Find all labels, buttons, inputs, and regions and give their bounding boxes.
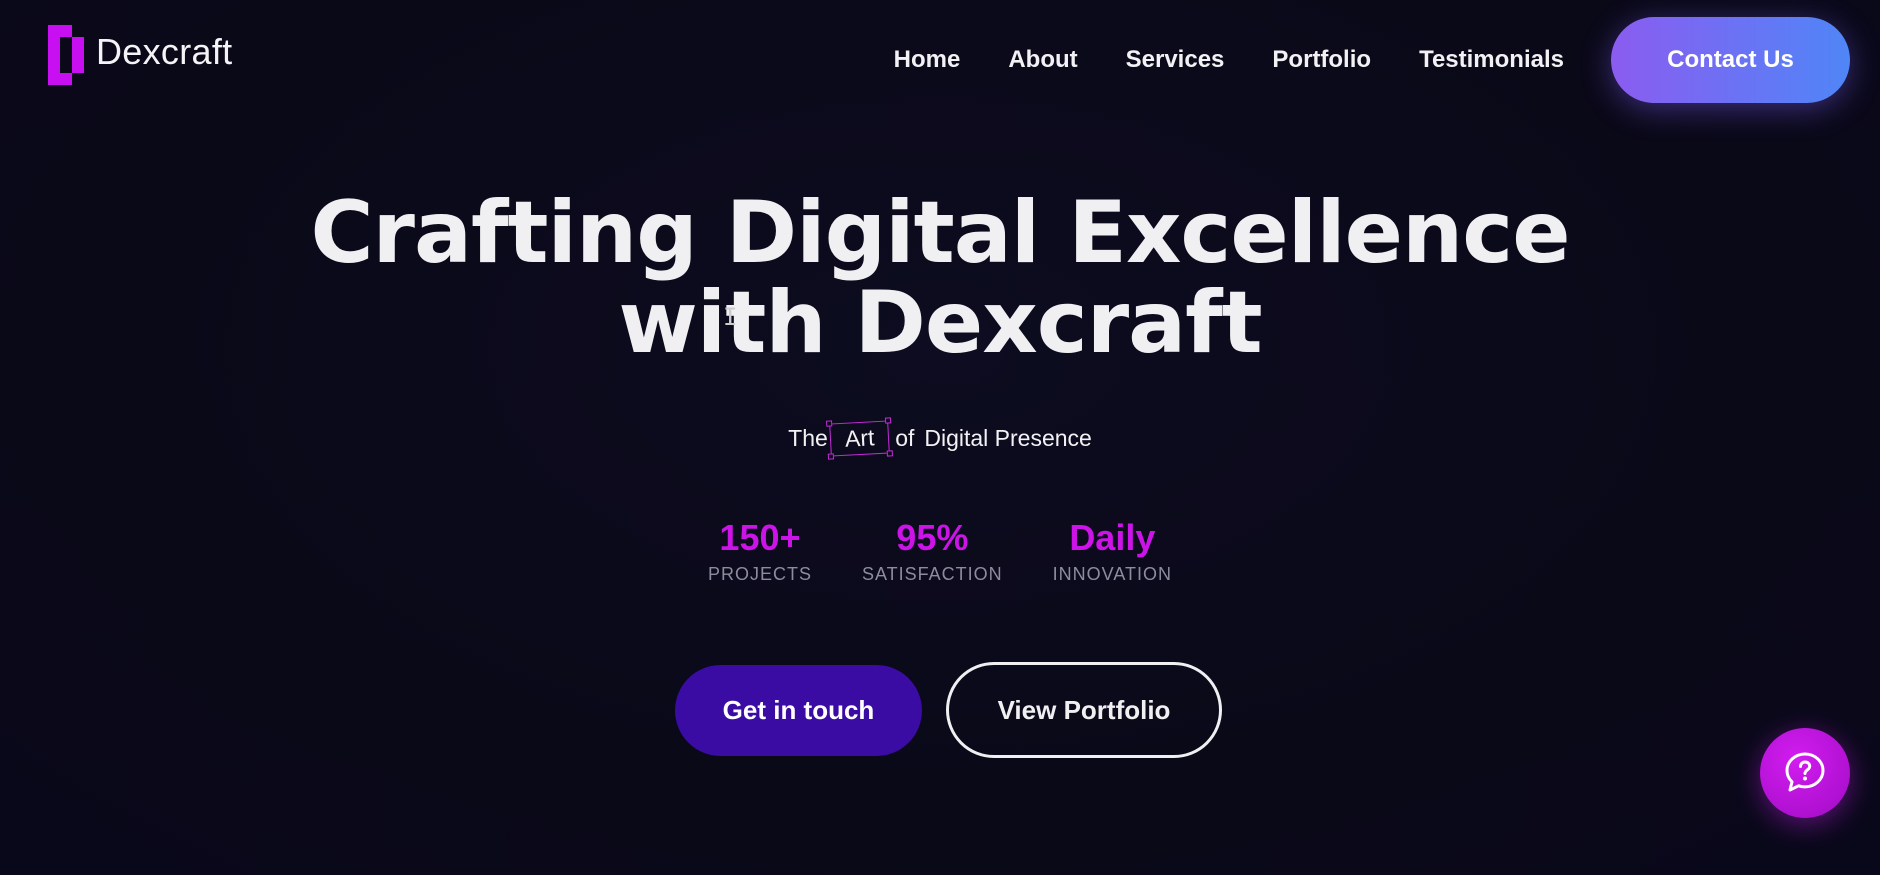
landing-page: Dexcraft Home About Services Portfolio T… [0,0,1880,875]
help-chat-button[interactable] [1760,728,1850,818]
stats-row: 150+ PROJECTS 95% SATISFACTION Daily INN… [0,518,1880,585]
help-chat-icon [1782,749,1828,798]
view-portfolio-button[interactable]: View Portfolio [946,662,1222,758]
hero-title-line-2: with Dexcraft [618,273,1262,373]
stat-label: INNOVATION [1052,564,1173,584]
logo-mark-icon [48,25,84,85]
stat-projects: 150+ PROJECTS [708,518,812,585]
tagline-of: of [895,425,915,451]
hero-title-line-1: Crafting Digital Excellence [310,183,1570,283]
tagline-rest: Digital Presence [924,425,1092,451]
stat-value: 95% [896,517,969,558]
stat-innovation: Daily INNOVATION [1053,518,1172,585]
text-cursor-icon: I [723,303,738,331]
stat-value: Daily [1069,517,1156,558]
nav-portfolio[interactable]: Portfolio [1272,46,1371,74]
nav-testimonials[interactable]: Testimonials [1419,46,1564,74]
hero-tagline: The Art of Digital Presence [0,417,1880,460]
brand-name: Dexcraft [96,31,233,72]
stat-label: PROJECTS [707,564,812,584]
main-nav: Home About Services Portfolio Testimonia… [894,46,1564,74]
nav-services[interactable]: Services [1126,46,1225,74]
brand-logo[interactable]: Dexcraft [48,25,232,85]
stat-label: SATISFACTION [861,564,1003,584]
hero-title: Crafting Digital Excellence with Dexcraf… [0,188,1880,368]
nav-home[interactable]: Home [894,46,961,74]
tagline-the: The [788,425,828,451]
contact-us-button[interactable]: Contact Us [1611,17,1850,103]
get-in-touch-button[interactable]: Get in touch [675,665,922,756]
tagline-art: Art [844,424,875,452]
nav-about[interactable]: About [1008,46,1077,74]
stat-value: 150+ [719,517,801,558]
stat-satisfaction: 95% SATISFACTION [862,518,1003,585]
tagline-art-highlight: Art [825,417,894,460]
